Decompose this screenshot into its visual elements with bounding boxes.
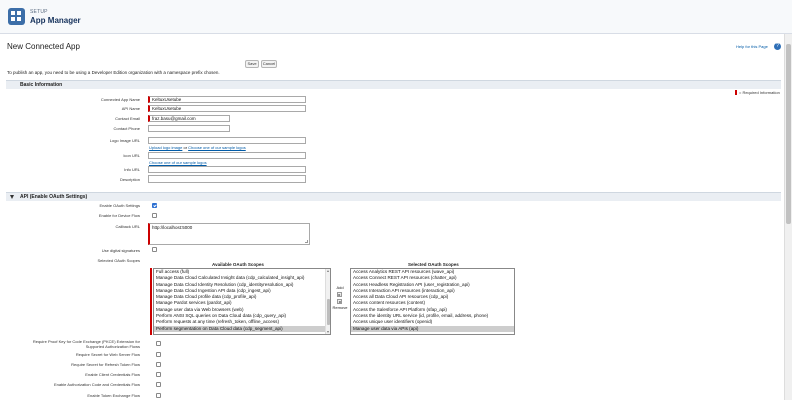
logo-url-input[interactable] [148, 137, 306, 144]
selected-scopes-list[interactable]: Access Analytics REST API resources (wav… [350, 268, 515, 335]
description-input[interactable] [148, 175, 306, 183]
list-scrollbar[interactable] [325, 269, 330, 334]
save-button[interactable]: Save [245, 60, 259, 68]
label-callback-url: Callback URL [115, 224, 140, 229]
scroll-up-icon[interactable] [327, 270, 329, 272]
add-label: Add [336, 285, 344, 290]
label-secret-web: Require Secret for Web Server Flow [75, 352, 140, 357]
callback-url-textarea[interactable]: http://localhost:5000 [148, 223, 310, 245]
icon-links: Choose one of our sample logos [149, 160, 207, 165]
auth-code-credentials-checkbox[interactable] [156, 382, 161, 387]
required-legend-text: = Required Information [739, 90, 780, 95]
list-item[interactable]: Manage Data Cloud Calculated Insight dat… [154, 275, 330, 281]
pkce-checkbox[interactable] [156, 341, 161, 346]
connected-app-name-input[interactable]: KeltuxUsetube [148, 96, 306, 103]
cancel-button[interactable]: Cancel [261, 60, 277, 68]
label-digital-signatures: Use digital signatures [101, 248, 140, 253]
enable-oauth-checkbox[interactable] [152, 203, 157, 208]
sample-logo-link[interactable]: Choose one of our sample logos [188, 145, 246, 150]
section-api: API (Enable OAuth Settings) [6, 192, 781, 201]
remove-arrow-icon[interactable]: ◂ [337, 299, 342, 304]
page-title: New Connected App [7, 42, 80, 51]
label-contact-phone: Contact Phone [113, 126, 140, 131]
client-credentials-checkbox[interactable] [156, 372, 161, 377]
section-title: API (Enable OAuth Settings) [20, 194, 88, 200]
collapse-arrow-icon[interactable] [10, 195, 14, 199]
callback-url-value: http://localhost:5000 [152, 225, 193, 230]
contact-phone-input[interactable] [148, 125, 230, 132]
section-title: Basic Information [20, 82, 63, 88]
label-info-url: Info URL [124, 167, 140, 172]
label-connected-app-name: Connected App Name [100, 97, 140, 102]
list-scrollbar-thumb[interactable] [327, 299, 330, 325]
section-basic-information: Basic Information [6, 80, 781, 89]
question-icon[interactable]: ? [774, 43, 781, 50]
label-icon-url: Icon URL [123, 153, 140, 158]
icon-sample-link[interactable]: Choose one of our sample logos [149, 160, 207, 165]
icon-url-input[interactable] [148, 152, 306, 159]
help-link[interactable]: Help for this Page [736, 44, 768, 49]
app-header: SETUP App Manager [0, 0, 792, 34]
info-url-input[interactable] [148, 166, 306, 173]
list-item[interactable]: Manage user data via APIs (api) [351, 325, 514, 332]
label-device-flow: Enable for Device Flow [98, 213, 140, 218]
label-contact-email: Contact Email [115, 116, 140, 121]
page-scrollbar[interactable] [784, 34, 792, 400]
digital-signatures-checkbox[interactable] [152, 247, 157, 252]
app-title: App Manager [30, 16, 81, 25]
label-api-name: API Name [121, 106, 140, 111]
required-marker [735, 90, 737, 96]
publish-note: To publish an app, you need to be using … [7, 70, 220, 75]
required-legend: = Required Information [735, 90, 780, 96]
available-scopes-heading: Available OAuth Scopes [212, 262, 264, 267]
label-token-exchange: Enable Token Exchange Flow [87, 393, 140, 398]
grid-icon[interactable] [8, 8, 25, 25]
token-exchange-checkbox[interactable] [156, 393, 161, 398]
setup-label: SETUP [30, 9, 48, 15]
upload-logo-link[interactable]: Upload logo image [149, 145, 182, 150]
device-flow-checkbox[interactable] [152, 213, 157, 218]
contact-email-input[interactable]: fraz.basu@gmail.com [148, 115, 230, 122]
label-auth-code-credentials: Enable Authorization Code and Credential… [53, 382, 140, 387]
logo-links: Upload logo image or Choose one of our s… [149, 145, 246, 150]
label-pkce-line2: Supported Authorization Flows [85, 344, 140, 349]
remove-label: Remove [332, 305, 348, 310]
selected-scopes-heading: Selected OAuth Scopes [408, 262, 459, 267]
required-marker [150, 268, 152, 335]
list-item[interactable]: Perform segmentation on Data Cloud data … [154, 325, 330, 332]
scrollbar-thumb[interactable] [786, 44, 791, 224]
add-arrow-icon[interactable]: ▸ [337, 292, 342, 297]
label-selected-scopes: Selected OAuth Scopes [97, 258, 140, 263]
available-scopes-list[interactable]: Full access (full) Manage Data Cloud Calc… [153, 268, 331, 335]
resize-grip-icon[interactable] [305, 240, 308, 243]
label-secret-refresh: Require Secret for Refresh Token Flow [71, 362, 140, 367]
api-name-input[interactable]: KeltuxUsetube [148, 105, 306, 112]
label-description: Description [119, 177, 140, 182]
scroll-down-icon[interactable] [327, 331, 329, 333]
secret-refresh-checkbox[interactable] [156, 362, 161, 367]
label-enable-oauth: Enable OAuth Settings [99, 203, 140, 208]
label-client-credentials: Enable Client Credentials Flow [85, 372, 140, 377]
secret-web-checkbox[interactable] [156, 352, 161, 357]
label-logo-url: Logo Image URL [109, 138, 140, 143]
